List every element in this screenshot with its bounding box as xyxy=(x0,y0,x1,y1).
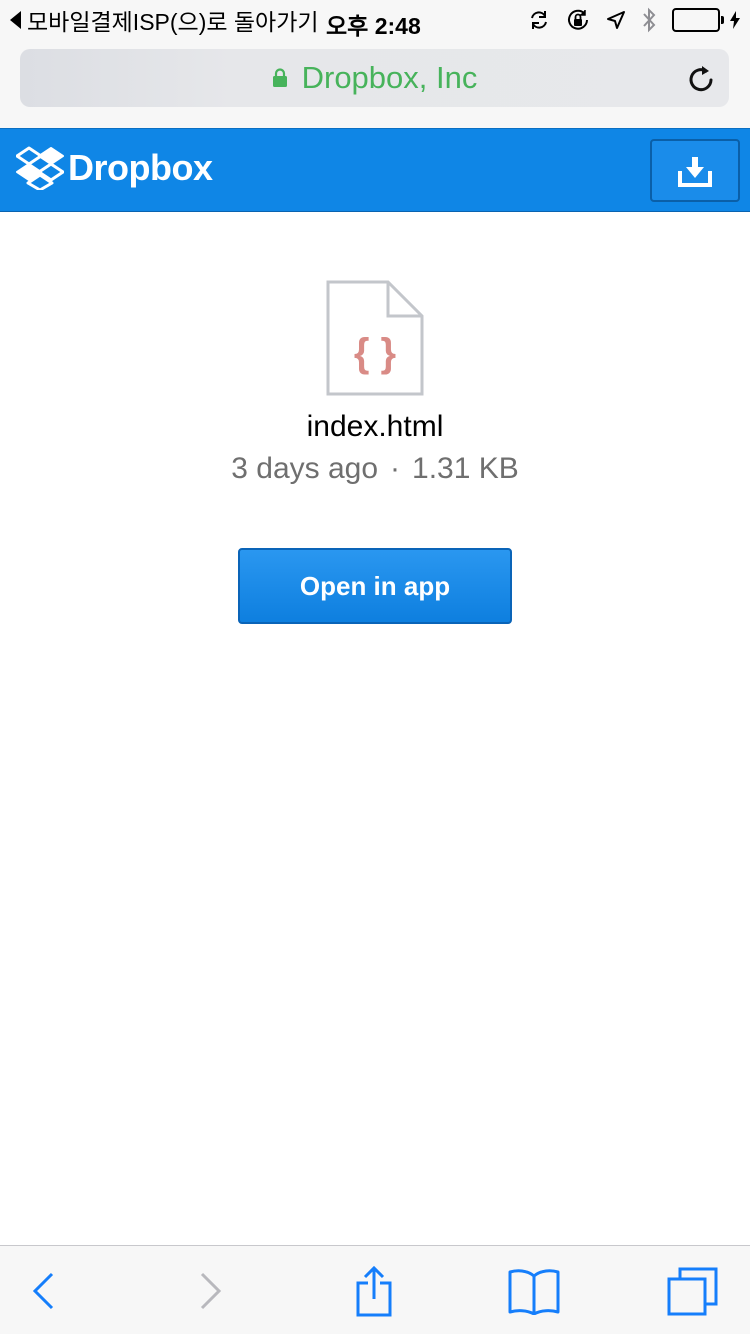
file-modified: 3 days ago xyxy=(231,452,379,485)
file-size: 1.31 KB xyxy=(412,452,519,485)
code-file-icon: { } xyxy=(326,280,424,401)
reload-icon[interactable] xyxy=(685,63,717,95)
tabs-icon[interactable] xyxy=(662,1266,722,1316)
svg-text:{ }: { } xyxy=(354,331,396,375)
sync-icon xyxy=(528,9,550,31)
dropbox-logo-icon xyxy=(16,146,64,190)
dropbox-logo[interactable]: Dropbox xyxy=(16,146,213,190)
status-icons xyxy=(512,6,740,34)
dropbox-header: Dropbox xyxy=(0,128,750,212)
file-meta: 3 days ago · 1.31 KB xyxy=(0,452,750,486)
status-time: 오후 2:48 xyxy=(326,13,421,39)
orientation-lock-icon xyxy=(566,8,590,32)
bluetooth-icon xyxy=(642,7,656,33)
back-icon[interactable] xyxy=(14,1266,74,1316)
return-to-app-link[interactable]: 모바일결제ISP(으)로 돌아가기 xyxy=(10,7,319,35)
location-icon xyxy=(606,10,626,30)
meta-separator: · xyxy=(390,452,401,485)
return-to-app-label: 모바일결제ISP(으)로 돌아가기 xyxy=(27,9,319,35)
back-arrow-icon xyxy=(10,11,21,29)
file-name: index.html xyxy=(306,410,444,443)
url-text: Dropbox, Inc xyxy=(301,60,478,95)
bookmarks-icon[interactable] xyxy=(504,1266,564,1316)
address-bar[interactable]: Dropbox, Inc xyxy=(20,49,729,107)
charging-icon xyxy=(730,11,740,29)
status-bar: 모바일결제ISP(으)로 돌아가기 오후 2:48 xyxy=(0,0,750,40)
dropbox-logo-text: Dropbox xyxy=(68,147,213,188)
forward-icon[interactable] xyxy=(180,1266,240,1316)
safari-toolbar xyxy=(0,1245,750,1334)
open-in-app-button[interactable]: Open in app xyxy=(238,548,512,624)
download-button[interactable] xyxy=(650,139,740,202)
battery-icon xyxy=(672,8,724,32)
browser-address-area: Dropbox, Inc xyxy=(0,40,750,128)
share-icon[interactable] xyxy=(344,1265,404,1317)
download-icon xyxy=(678,156,712,187)
lock-icon xyxy=(272,68,288,88)
